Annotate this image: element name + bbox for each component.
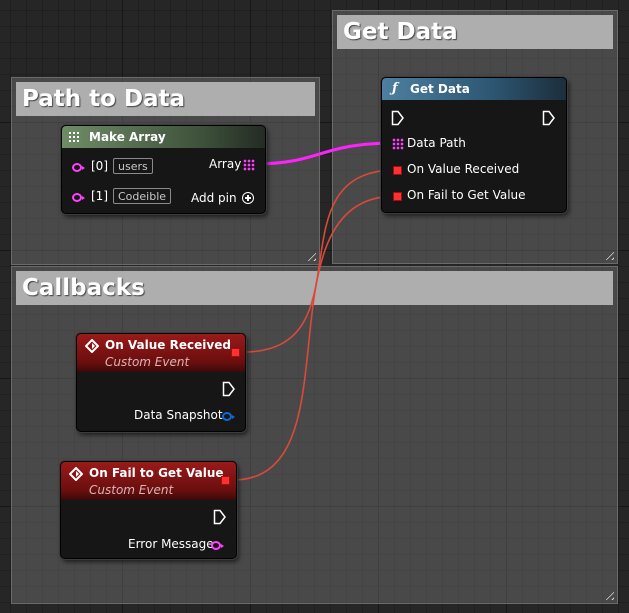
array-output-label: Array xyxy=(209,157,242,171)
exec-out-icon[interactable] xyxy=(542,110,556,126)
array-element-1-input[interactable]: Codeible xyxy=(113,188,172,204)
event-subtitle: Custom Event xyxy=(105,355,190,369)
event-delegate-out-pin[interactable] xyxy=(221,476,230,485)
exec-out-icon[interactable] xyxy=(222,381,236,397)
event-subtitle: Custom Event xyxy=(89,483,174,497)
error-message-pin[interactable] xyxy=(211,541,224,550)
add-pin-label[interactable]: Add pin xyxy=(191,191,237,205)
on-value-received-pin[interactable] xyxy=(393,166,402,175)
data-snapshot-pin[interactable] xyxy=(222,412,235,421)
make-array-title: Make Array xyxy=(89,130,166,144)
make-array-header: Make Array xyxy=(62,126,265,148)
on-fail-label: On Fail to Get Value xyxy=(407,188,526,202)
array-element-1-index: [1] xyxy=(91,189,108,203)
make-array-node[interactable]: Make Array [0] users Array [1] Codeible … xyxy=(61,125,266,214)
delegate-wire-fail[interactable] xyxy=(232,195,397,481)
get-data-title: Get Data xyxy=(410,82,470,96)
event-delegate-out-pin[interactable] xyxy=(231,348,240,357)
function-f-icon: ƒ xyxy=(392,81,398,96)
array-element-0-index: [0] xyxy=(91,159,108,173)
make-array-icon xyxy=(69,132,79,142)
error-message-label: Error Message xyxy=(128,537,214,551)
on-value-received-label: On Value Received xyxy=(407,162,520,176)
array-element-1-pin[interactable] xyxy=(72,193,85,202)
add-pin-plus-icon[interactable] xyxy=(242,192,254,204)
event-title: On Fail to Get Value xyxy=(89,466,224,480)
array-wire[interactable] xyxy=(254,141,395,166)
array-element-0-input[interactable]: users xyxy=(113,158,153,174)
event-diamond-icon xyxy=(85,339,99,353)
array-output-pin[interactable] xyxy=(243,159,255,171)
get-data-node[interactable]: ƒ Get Data Data Path On Value Received O… xyxy=(381,77,567,213)
on-fail-pin[interactable] xyxy=(393,192,402,201)
data-path-label: Data Path xyxy=(407,136,466,150)
on-value-received-event-node[interactable]: On Value Received Custom Event Data Snap… xyxy=(76,333,246,432)
data-snapshot-label: Data Snapshot xyxy=(134,408,223,422)
event-diamond-icon xyxy=(69,467,83,481)
exec-out-icon[interactable] xyxy=(213,509,227,525)
exec-in-icon[interactable] xyxy=(391,110,405,126)
on-fail-event-node[interactable]: On Fail to Get Value Custom Event Error … xyxy=(60,461,237,559)
get-data-header: ƒ Get Data xyxy=(382,78,566,100)
event-title: On Value Received xyxy=(105,338,231,352)
data-path-pin[interactable] xyxy=(392,138,404,150)
array-element-0-pin[interactable] xyxy=(72,163,85,172)
event-header: On Fail to Get Value Custom Event xyxy=(61,462,236,500)
event-header: On Value Received Custom Event xyxy=(77,334,245,372)
